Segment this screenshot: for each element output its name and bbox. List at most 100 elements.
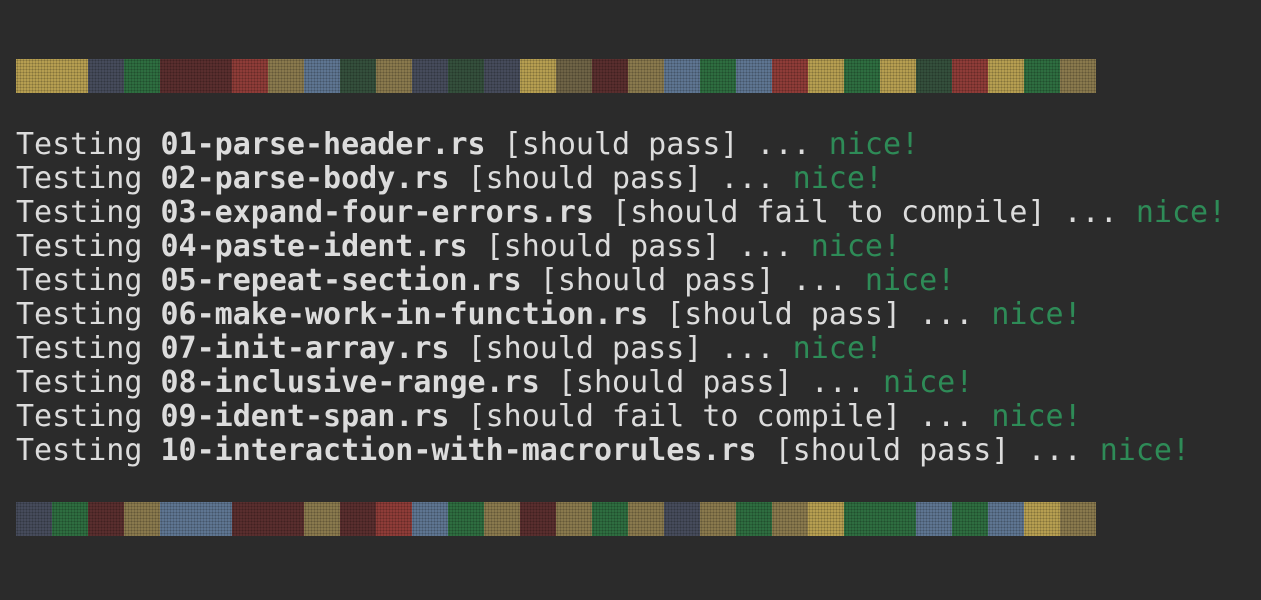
test-filename: 06-make-work-in-function.rs [160,297,649,332]
test-result: nice! [810,229,902,264]
test-prefix: Testing [16,195,161,230]
test-result: nice! [792,331,883,366]
test-line: Testing 07-init-array.rs [should pass] .… [16,332,1226,366]
color-cell [1024,502,1060,536]
test-line: Testing 01-parse-header.rs [should pass]… [16,128,1226,162]
test-filename: 10-interaction-with-macrorules.rs [160,433,757,468]
color-cell [88,502,124,536]
color-strip-bottom [16,502,1096,536]
color-cell [556,502,592,536]
test-filename: 05-repeat-section.rs [160,263,522,298]
color-cell [664,59,700,93]
color-cell [520,502,556,536]
test-line: Testing 03-expand-four-errors.rs [should… [16,196,1226,230]
color-cell [628,502,664,536]
test-prefix: Testing [16,263,161,298]
test-expectation: [should pass] ... [449,331,793,366]
terminal-window: Testing 01-parse-header.rs [should pass]… [0,0,1261,600]
test-filename: 01-parse-header.rs [160,127,486,162]
color-cell [160,59,196,93]
color-cell [484,502,520,536]
color-cell [1024,59,1060,93]
test-result: nice! [864,263,956,298]
test-prefix: Testing [16,365,161,400]
color-cell [844,502,880,536]
test-output: Testing 01-parse-header.rs [should pass]… [16,128,1226,468]
color-cell [736,59,772,93]
test-result: nice! [991,297,1082,332]
test-prefix: Testing [16,297,161,332]
test-result: nice! [1135,195,1227,230]
color-cell [412,502,448,536]
test-prefix: Testing [16,331,161,366]
test-line: Testing 09-ident-span.rs [should fail to… [16,400,1226,434]
color-cell [124,502,160,536]
color-cell [916,59,952,93]
color-cell [448,502,484,536]
color-cell [52,502,88,536]
color-cell [268,502,304,536]
color-cell [700,502,736,536]
color-cell [340,59,376,93]
test-expectation: [should pass] ... [449,161,793,196]
test-filename: 08-inclusive-range.rs [160,365,540,400]
test-prefix: Testing [16,161,161,196]
color-cell [412,59,448,93]
color-cell [196,59,232,93]
color-cell [844,59,880,93]
test-line: Testing 02-parse-body.rs [should pass] .… [16,162,1226,196]
test-filename: 02-parse-body.rs [160,161,450,196]
color-cell [700,59,736,93]
test-line: Testing 10-interaction-with-macrorules.r… [16,434,1226,468]
test-result: nice! [828,127,920,162]
color-cell [880,502,916,536]
color-cell [232,502,268,536]
color-cell [376,59,412,93]
test-line: Testing 06-make-work-in-function.rs [sho… [16,298,1226,332]
color-cell [88,59,124,93]
test-expectation: [should pass] ... [467,229,811,264]
test-filename: 07-init-array.rs [160,331,450,366]
color-cell [988,502,1024,536]
color-cell [160,502,196,536]
color-cell [520,59,556,93]
color-cell [448,59,484,93]
test-line: Testing 05-repeat-section.rs [should pas… [16,264,1226,298]
test-prefix: Testing [16,229,161,264]
color-cell [952,502,988,536]
color-cell [952,59,988,93]
test-prefix: Testing [16,127,161,162]
color-cell [1060,502,1096,536]
test-expectation: [should pass] ... [756,433,1100,468]
color-cell [880,59,916,93]
color-cell [124,59,160,93]
test-line: Testing 08-inclusive-range.rs [should pa… [16,366,1226,400]
color-cell [772,502,808,536]
test-expectation: [should pass] ... [521,263,865,298]
color-cell [592,59,628,93]
test-expectation: [should pass] ... [648,297,992,332]
test-result: nice! [1099,433,1191,468]
color-cell [196,502,232,536]
test-prefix: Testing [16,399,161,434]
test-result: nice! [882,365,974,400]
test-prefix: Testing [16,433,161,468]
test-result: nice! [991,399,1082,434]
color-cell [916,502,952,536]
color-cell [628,59,664,93]
color-cell [556,59,592,93]
test-expectation: [should fail to compile] ... [593,195,1136,230]
test-filename: 04-paste-ident.rs [160,229,468,264]
color-cell [484,59,520,93]
color-cell [1060,59,1096,93]
color-cell [736,502,772,536]
color-cell [592,502,628,536]
color-cell [16,502,52,536]
test-expectation: [should fail to compile] ... [449,399,992,434]
color-cell [376,502,412,536]
test-result: nice! [792,161,883,196]
test-line: Testing 04-paste-ident.rs [should pass] … [16,230,1226,264]
color-cell [304,59,340,93]
test-filename: 03-expand-four-errors.rs [160,195,594,230]
test-expectation: [should pass] ... [539,365,883,400]
